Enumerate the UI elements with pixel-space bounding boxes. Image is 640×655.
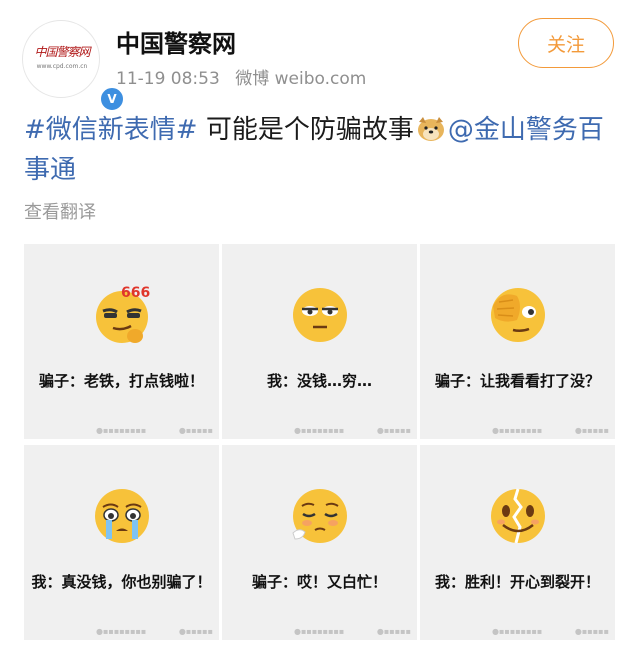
watermark: ●▪▪▪▪▪▪▪▪ [294,627,345,636]
image-caption: 我：真没钱，你也别骗了！ [31,573,212,591]
image-caption: 骗子：让我看看打了没？ [434,372,600,390]
facepalm-peek-icon [491,288,545,342]
image-tile-6[interactable]: 我：胜利！开心到裂开！ ●▪▪▪▪▪▪▪▪ ●▪▪▪▪▪ [420,445,615,640]
account-name[interactable]: 中国警察网 [116,24,236,59]
image-tile-2[interactable]: 我：没钱…穷… ●▪▪▪▪▪▪▪▪ ●▪▪▪▪▪ [222,244,417,439]
watermark: ●▪▪▪▪▪▪▪▪ [96,627,147,636]
post-body-text: 可能是个防骗故事 [197,115,414,145]
avatar-url: www.cpd.com.cn [36,63,88,70]
image-tile-3[interactable]: 骗子：让我看看打了没？ ●▪▪▪▪▪▪▪▪ ●▪▪▪▪▪ [420,244,615,439]
follow-button[interactable]: 关注 [518,18,614,68]
image-caption: 骗子：哎！又白忙！ [251,573,387,591]
watermark: ●▪▪▪▪▪ [178,627,213,636]
verified-badge-icon: V [99,86,125,112]
image-caption: 我：胜利！开心到裂开！ [434,573,600,591]
doge-icon [417,117,444,141]
image-tile-4[interactable]: 我：真没钱，你也别骗了！ ●▪▪▪▪▪▪▪▪ ●▪▪▪▪▪ [24,445,219,640]
image-tile-5[interactable]: 骗子：哎！又白忙！ ●▪▪▪▪▪▪▪▪ ●▪▪▪▪▪ [222,445,417,640]
image-grid: 666 骗子：老铁，打点钱啦！ ●▪▪▪▪▪▪▪▪ ●▪▪▪▪▪ 我：没钱…穷…… [24,244,615,640]
image-caption: 我：没钱…穷… [266,372,372,390]
hashtag-link[interactable]: #微信新表情# [24,115,198,145]
crying-icon [95,489,149,543]
translate-link[interactable]: 查看翻译 [24,198,96,224]
post-timestamp: 11-19 08:53 [116,69,220,89]
eye-roll-icon [293,288,347,342]
avatar[interactable]: 中国警察网 www.cpd.com.cn V [22,20,125,112]
post-meta: 11-19 08:53 微博 weibo.com [116,64,376,89]
watermark: ●▪▪▪▪▪ [574,426,609,435]
image-tile-1[interactable]: 666 骗子：老铁，打点钱啦！ ●▪▪▪▪▪▪▪▪ ●▪▪▪▪▪ [24,244,219,439]
image-caption: 骗子：老铁，打点钱啦！ [38,372,204,390]
post-text: #微信新表情# 可能是个防骗故事 @金山警务百事通 [24,110,620,190]
watermark: ●▪▪▪▪▪ [376,627,411,636]
watermark: ●▪▪▪▪▪▪▪▪ [294,426,345,435]
svg-text:666: 666 [121,285,150,301]
watermark: ●▪▪▪▪▪ [574,627,609,636]
watermark: ●▪▪▪▪▪ [178,426,213,435]
sigh-icon [292,489,347,543]
watermark: ●▪▪▪▪▪ [376,426,411,435]
watermark: ●▪▪▪▪▪▪▪▪ [96,426,147,435]
post-source: 微博 weibo.com [235,69,367,89]
watermark: ●▪▪▪▪▪▪▪▪ [492,627,543,636]
avatar-logo-text: 中国警察网 [34,45,90,59]
666-smirk-icon: 666 [96,285,150,343]
watermark: ●▪▪▪▪▪▪▪▪ [492,426,543,435]
cracked-smile-icon [491,488,545,544]
